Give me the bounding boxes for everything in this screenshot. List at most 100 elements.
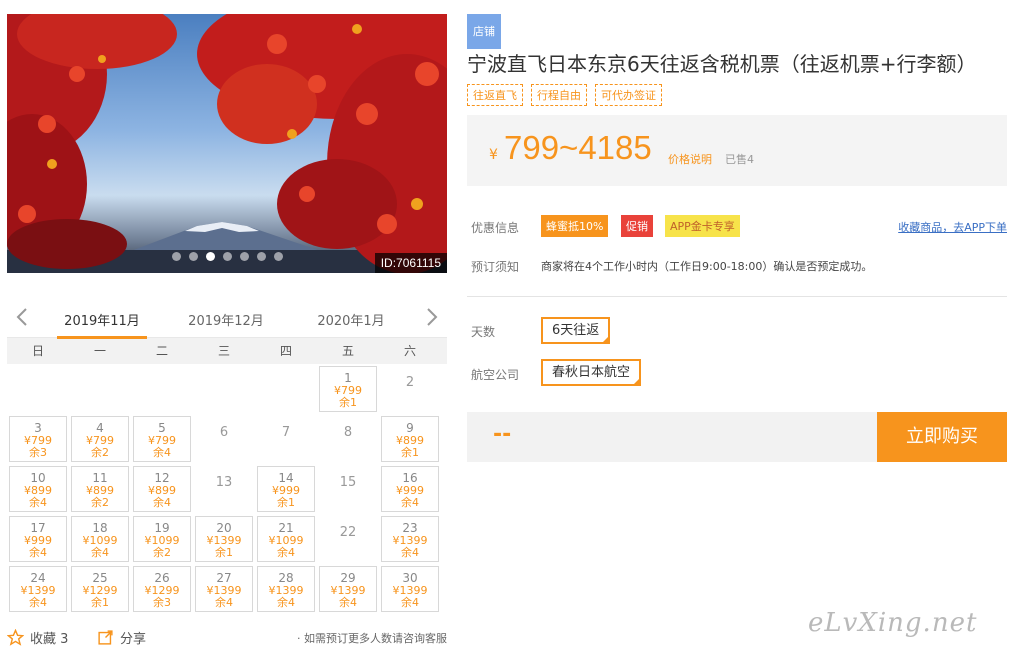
calendar-day-box[interactable]: 1 ¥799 余1 [319, 366, 377, 412]
calendar-day-number: 15 [339, 474, 357, 490]
booking-notice-label: 预订须知 [471, 260, 520, 274]
calendar-day-available[interactable]: 30 ¥1399 余4 [379, 564, 441, 614]
slide-dot[interactable] [205, 252, 215, 261]
calendar-day-available[interactable]: 26 ¥1299 余3 [131, 564, 193, 614]
calendar-day-box[interactable]: 18 ¥1099 余4 [71, 516, 129, 562]
slide-dot[interactable] [222, 252, 232, 261]
calendar-day-box[interactable]: 21 ¥1099 余4 [257, 516, 315, 562]
calendar-day-available[interactable]: 29 ¥1399 余4 [317, 564, 379, 614]
calendar-day-unavailable: 15 [317, 464, 379, 514]
calendar-day-available[interactable]: 10 ¥899 余4 [7, 464, 69, 514]
price-explanation-link[interactable]: 价格说明 [668, 151, 712, 167]
calendar-day-number: 7 [281, 424, 291, 440]
calendar-day-available[interactable]: 20 ¥1399 余1 [193, 514, 255, 564]
calendar-day-box[interactable]: 30 ¥1399 余4 [381, 566, 439, 612]
share-label: 分享 [120, 632, 147, 647]
share-button[interactable]: 分享 [97, 628, 146, 647]
calendar-day-box[interactable]: 29 ¥1399 余4 [319, 566, 377, 612]
calendar-day-available[interactable]: 24 ¥1399 余4 [7, 564, 69, 614]
price-range: 799~4185 [504, 129, 652, 166]
product-title: 店铺宁波直飞日本东京6天往返含税机票（往返机票+行李额） [467, 14, 1012, 80]
weekday-label: 一 [93, 344, 106, 358]
product-actions-bar: 收藏 3 分享 · 如需预订更多人数请咨询客服 [7, 626, 447, 650]
calendar-day-box[interactable]: 5 ¥799 余4 [133, 416, 191, 462]
calendar-day-number: 6 [219, 424, 229, 440]
share-icon [98, 630, 113, 645]
sold-count: 已售4 [725, 153, 754, 166]
next-month-arrow-icon[interactable] [421, 306, 441, 328]
calendar-day-remaining: 余4 [29, 596, 47, 609]
calendar-day-box[interactable]: 14 ¥999 余1 [257, 466, 315, 512]
calendar-day-box[interactable]: 19 ¥1099 余2 [133, 516, 191, 562]
calendar-day-available[interactable]: 5 ¥799 余4 [131, 414, 193, 464]
calendar-day-available[interactable]: 4 ¥799 余2 [69, 414, 131, 464]
prev-month-arrow-icon[interactable] [13, 306, 33, 328]
calendar-day-number: 13 [215, 474, 233, 490]
calendar-day-box[interactable]: 26 ¥1299 余3 [133, 566, 191, 612]
calendar-day-available[interactable]: 14 ¥999 余1 [255, 464, 317, 514]
product-tag: 往返直飞 [467, 84, 523, 106]
calendar-day-available[interactable]: 9 ¥899 余1 [379, 414, 441, 464]
slide-dot[interactable] [273, 252, 283, 261]
shop-badge[interactable]: 店铺 [467, 14, 501, 49]
calendar-day-available[interactable]: 11 ¥899 余2 [69, 464, 131, 514]
calendar-day-box[interactable]: 3 ¥799 余3 [9, 416, 67, 462]
slide-dot[interactable] [256, 252, 266, 261]
product-image[interactable]: ID:7061115 [7, 14, 447, 273]
month-tab-2[interactable]: 2020年1月 [306, 310, 396, 329]
calendar-day-box[interactable]: 17 ¥999 余4 [9, 516, 67, 562]
days-option-selected[interactable]: 6天往返 [541, 317, 611, 344]
weekday-label: 六 [403, 344, 416, 358]
calendar-day-box[interactable]: 25 ¥1299 余1 [71, 566, 129, 612]
calendar-day-box[interactable]: 4 ¥799 余2 [71, 416, 129, 462]
calendar-day-box[interactable]: 28 ¥1399 余4 [257, 566, 315, 612]
calendar-day-available[interactable]: 23 ¥1399 余4 [379, 514, 441, 564]
calendar-day-remaining: 余4 [277, 546, 295, 559]
calendar-day-remaining: 余4 [29, 546, 47, 559]
calendar-day-available[interactable]: 17 ¥999 余4 [7, 514, 69, 564]
slide-dot[interactable] [188, 252, 198, 261]
calendar-day-box[interactable]: 10 ¥899 余4 [9, 466, 67, 512]
currency-symbol: ¥ [489, 147, 498, 163]
calendar-day-available[interactable]: 3 ¥799 余3 [7, 414, 69, 464]
calendar-day-remaining: 余2 [153, 546, 171, 559]
calendar-day-available[interactable]: 16 ¥999 余4 [379, 464, 441, 514]
calendar-day-box[interactable]: 9 ¥899 余1 [381, 416, 439, 462]
calendar-day-remaining: 余1 [401, 446, 419, 459]
calendar-day-remaining: 余4 [277, 596, 295, 609]
calendar-day-box[interactable]: 27 ¥1399 余4 [195, 566, 253, 612]
slide-dot[interactable] [239, 252, 249, 261]
calendar-day-box[interactable]: 24 ¥1399 余4 [9, 566, 67, 612]
product-tags: 往返直飞 行程自由 可代办签证 [467, 84, 662, 106]
airline-option-selected[interactable]: 春秋日本航空 [541, 359, 642, 386]
calendar-day-box[interactable]: 11 ¥899 余2 [71, 466, 129, 512]
calendar-day-number: 8 [343, 424, 353, 440]
divider [467, 296, 1007, 297]
calendar-day-available[interactable]: 19 ¥1099 余2 [131, 514, 193, 564]
calendar-day-box[interactable]: 16 ¥999 余4 [381, 466, 439, 512]
calendar-day-available[interactable]: 27 ¥1399 余4 [193, 564, 255, 614]
month-tab-0[interactable]: 2019年11月 [57, 310, 147, 339]
product-title-text: 宁波直飞日本东京6天往返含税机票（往返机票+行李额） [467, 52, 977, 76]
total-price: -- [493, 422, 512, 447]
calendar-day-unavailable: 7 [255, 414, 317, 464]
favorite-button[interactable]: 收藏 3 [7, 628, 68, 647]
airline-label: 航空公司 [471, 368, 520, 382]
calendar-day-unavailable: 13 [193, 464, 255, 514]
calendar-day-available[interactable]: 1 ¥799 余1 [317, 364, 379, 414]
promotions-label: 优惠信息 [471, 221, 520, 235]
calendar-day-box[interactable]: 20 ¥1399 余1 [195, 516, 253, 562]
buy-now-button[interactable]: 立即购买 [877, 412, 1007, 462]
calendar-day-available[interactable]: 12 ¥899 余4 [131, 464, 193, 514]
calendar-day-available[interactable]: 18 ¥1099 余4 [69, 514, 131, 564]
month-tab-1[interactable]: 2019年12月 [181, 310, 271, 329]
calendar-day-box[interactable]: 23 ¥1399 余4 [381, 516, 439, 562]
slide-dot[interactable] [171, 252, 181, 261]
collect-go-app-link[interactable]: 收藏商品，去APP下单 [898, 219, 1007, 235]
calendar-day-available[interactable]: 21 ¥1099 余4 [255, 514, 317, 564]
calendar-day-box[interactable]: 12 ¥899 余4 [133, 466, 191, 512]
favorite-label: 收藏 3 [30, 632, 69, 647]
calendar-day-available[interactable]: 25 ¥1299 余1 [69, 564, 131, 614]
calendar-day-unavailable: 6 [193, 414, 255, 464]
calendar-day-available[interactable]: 28 ¥1399 余4 [255, 564, 317, 614]
